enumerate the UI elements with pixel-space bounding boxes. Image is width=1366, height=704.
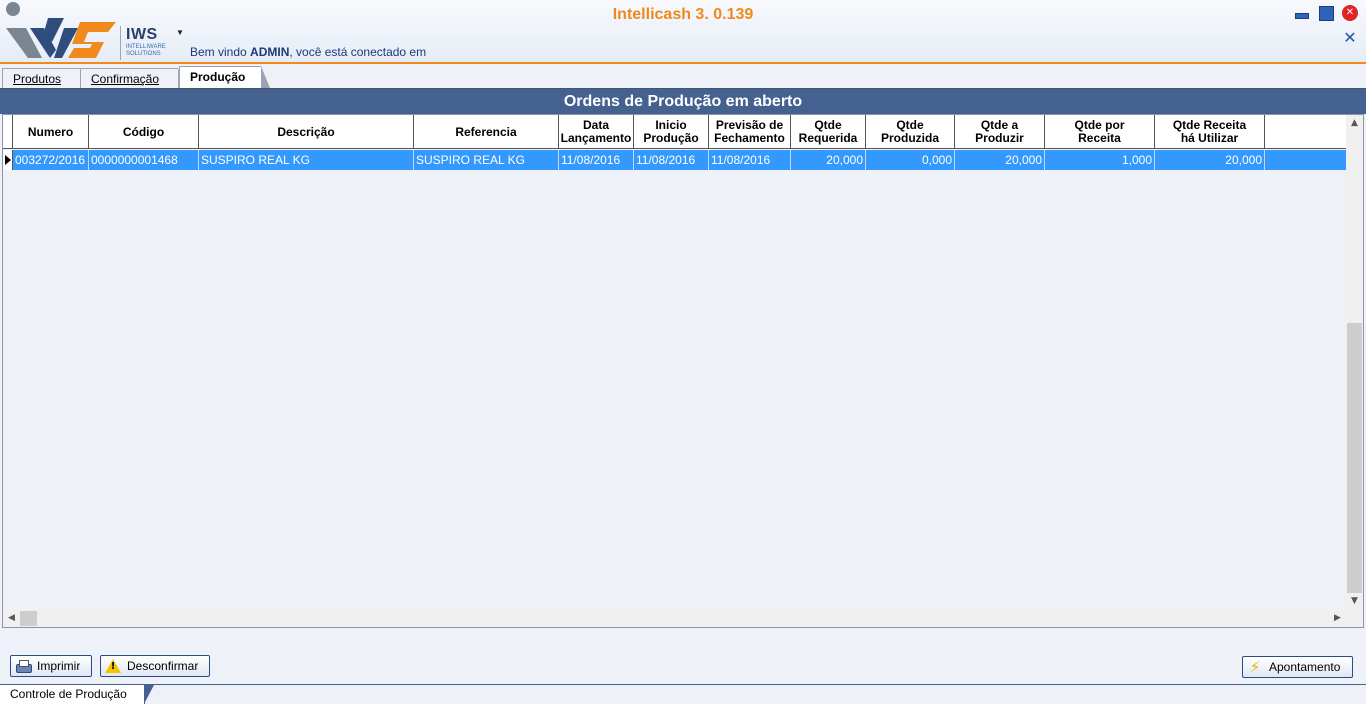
- column-header[interactable]: Previsão de Fechamento: [709, 115, 791, 149]
- apontamento-label: Apontamento: [1269, 660, 1341, 674]
- cell-qtde-receita-utilizar[interactable]: 20,000: [1155, 150, 1265, 170]
- horizontal-scroll-thumb[interactable]: [20, 611, 37, 626]
- vertical-scrollbar[interactable]: ▲ ▼: [1346, 115, 1363, 610]
- column-header[interactable]: Qtde Receita há Utilizar: [1155, 115, 1265, 149]
- document-tab-bar: Controle de Produção: [0, 684, 1366, 704]
- producao-panel: Ordens de Produção em aberto Numero Códi…: [0, 88, 1366, 684]
- column-header[interactable]: Descrição: [199, 115, 414, 149]
- app-title: Intellicash 3. 0.139: [612, 6, 754, 23]
- maximize-icon[interactable]: [1318, 5, 1334, 21]
- column-header[interactable]: Qtde Produzida: [866, 115, 955, 149]
- close-document-icon[interactable]: ✕: [1342, 30, 1358, 46]
- grid-header: Numero Código Descrição Referencia Data …: [13, 115, 1346, 149]
- cell-qtde-requerida[interactable]: 20,000: [791, 150, 866, 170]
- lightning-icon: ⚡: [1249, 658, 1261, 676]
- cell-qtde-a-produzir[interactable]: 20,000: [955, 150, 1045, 170]
- scrollbar-corner: [1346, 610, 1363, 627]
- column-header[interactable]: Código: [89, 115, 199, 149]
- iws-logo: IWS INTELLIWARE SOLUTIONS: [4, 2, 184, 62]
- horizontal-scrollbar[interactable]: ◀ ▶: [3, 610, 1346, 627]
- user-menu-caret-icon[interactable]: ▼: [176, 28, 184, 37]
- scroll-down-icon[interactable]: ▼: [1346, 593, 1363, 610]
- cell-numero[interactable]: 003272/2016: [13, 150, 89, 170]
- logo-subtext: INTELLIWARE SOLUTIONS: [126, 44, 166, 57]
- warning-icon: [105, 658, 121, 674]
- cell-inicio-producao[interactable]: 11/08/2016: [634, 150, 709, 170]
- vertical-scroll-thumb[interactable]: [1347, 323, 1362, 593]
- cell-previsao-fechamento[interactable]: 11/08/2016: [709, 150, 791, 170]
- tab-confirmacao[interactable]: Confirmação: [80, 68, 187, 90]
- welcome-user: ADMIN: [250, 45, 290, 59]
- printer-icon: [15, 658, 32, 674]
- tab-produtos[interactable]: Produtos: [2, 68, 89, 90]
- tab-producao-label: Produção: [190, 70, 246, 84]
- column-header[interactable]: Qtde a Produzir: [955, 115, 1045, 149]
- cell-qtde-por-receita[interactable]: 1,000: [1045, 150, 1155, 170]
- logo-divider: [120, 26, 121, 60]
- cell-referencia[interactable]: SUSPIRO REAL KG: [414, 150, 559, 170]
- desconfirmar-button[interactable]: Desconfirmar: [100, 655, 210, 677]
- cell-descricao[interactable]: SUSPIRO REAL KG: [199, 150, 414, 170]
- grid-title: Ordens de Produção em aberto: [0, 89, 1366, 114]
- column-header[interactable]: Data Lançamento: [559, 115, 634, 149]
- minimize-icon[interactable]: [1293, 5, 1309, 21]
- welcome-prefix: Bem vindo: [190, 45, 251, 59]
- cell-data-lancamento[interactable]: 11/08/2016: [559, 150, 634, 170]
- welcome-message: Bem vindo ADMIN, você está conectado em: [190, 45, 426, 59]
- welcome-suffix: , você está conectado em: [289, 45, 427, 59]
- cell-qtde-produzida[interactable]: 0,000: [866, 150, 955, 170]
- column-header[interactable]: Qtde Requerida: [791, 115, 866, 149]
- logo-mark: [6, 18, 116, 58]
- production-orders-grid[interactable]: Numero Código Descrição Referencia Data …: [2, 114, 1364, 628]
- scroll-left-icon[interactable]: ◀: [3, 610, 20, 627]
- table-row[interactable]: 003272/2016 0000000001468 SUSPIRO REAL K…: [13, 150, 1346, 170]
- close-app-icon[interactable]: [1342, 5, 1358, 21]
- tab-produtos-label: Produtos: [13, 72, 62, 86]
- app-header: IWS INTELLIWARE SOLUTIONS ▼ Bem vindo AD…: [0, 0, 1366, 64]
- current-row-indicator-icon: [3, 150, 13, 170]
- column-header[interactable]: Inicio Produção: [634, 115, 709, 149]
- document-tab-label: Controle de Produção: [10, 687, 127, 701]
- imprimir-label: Imprimir: [37, 659, 81, 673]
- column-header[interactable]: Qtde por Receita: [1045, 115, 1155, 149]
- scroll-up-icon[interactable]: ▲: [1346, 115, 1363, 132]
- tab-bar: Produtos Confirmação Produção: [0, 64, 1366, 90]
- apontamento-button[interactable]: ⚡ Apontamento: [1242, 656, 1353, 678]
- row-indicator-header: [3, 115, 13, 149]
- column-header[interactable]: Referencia: [414, 115, 559, 149]
- cell-codigo[interactable]: 0000000001468: [89, 150, 199, 170]
- document-tab-controle-producao[interactable]: Controle de Produção: [0, 685, 154, 704]
- imprimir-button[interactable]: Imprimir: [10, 655, 92, 677]
- logo-text: IWS: [126, 26, 158, 43]
- tab-confirmacao-label: Confirmação: [91, 72, 160, 86]
- scroll-right-icon[interactable]: ▶: [1329, 610, 1346, 627]
- tab-producao[interactable]: Produção: [179, 66, 270, 89]
- column-header[interactable]: Numero: [13, 115, 89, 149]
- desconfirmar-label: Desconfirmar: [127, 659, 199, 673]
